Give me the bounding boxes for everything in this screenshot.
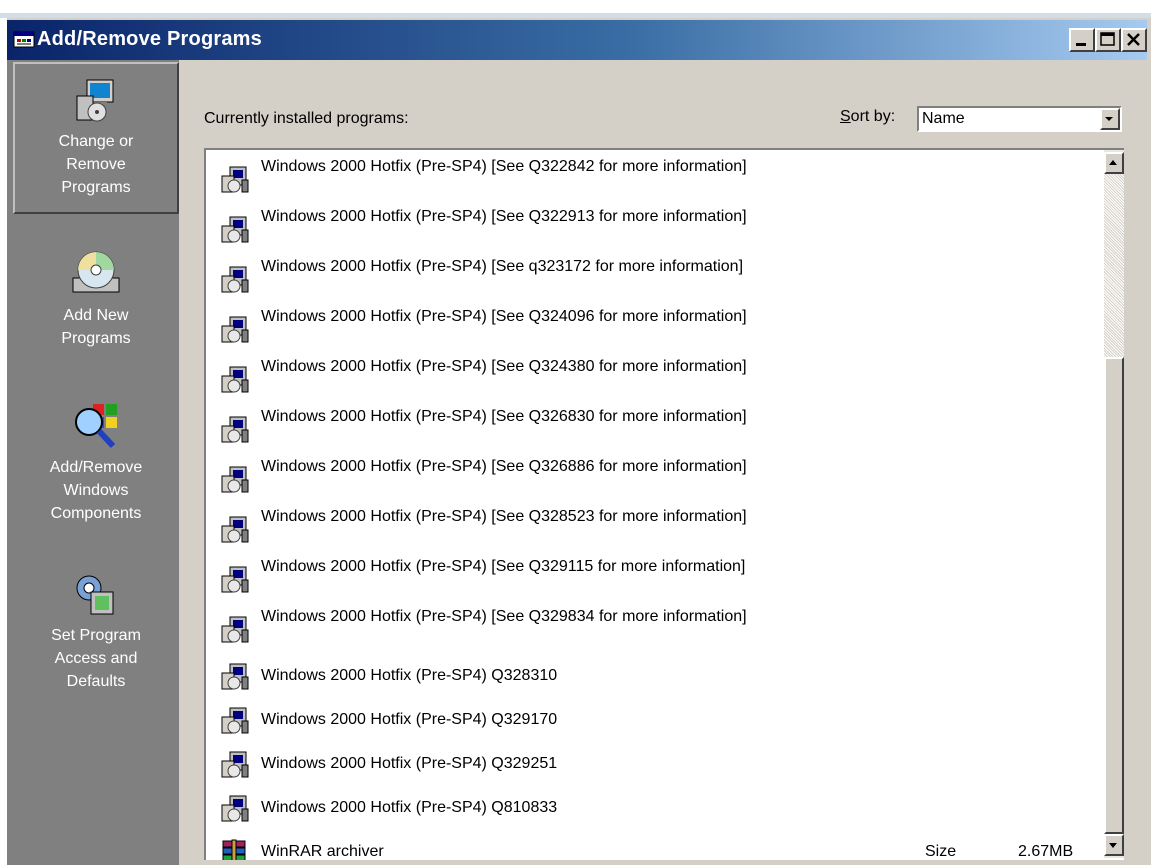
sidebar-item-add-new-programs[interactable]: Add New Programs [13, 248, 179, 350]
maximize-button[interactable] [1095, 28, 1121, 52]
software-package-icon [220, 514, 250, 549]
program-name: Windows 2000 Hotfix (Pre-SP4) Q329251 [261, 755, 558, 772]
installed-programs-list[interactable]: Windows 2000 Hotfix (Pre-SP4) [See Q3228… [204, 148, 1124, 860]
sort-by-select[interactable]: Name [917, 106, 1122, 132]
software-package-icon [220, 264, 250, 299]
scroll-thumb[interactable] [1104, 357, 1124, 834]
program-row[interactable]: Windows 2000 Hotfix (Pre-SP4) [See Q3240… [220, 304, 1090, 354]
scroll-down-icon [1109, 843, 1117, 848]
program-name: Windows 2000 Hotfix (Pre-SP4) [See Q3298… [261, 608, 747, 625]
program-row[interactable]: Windows 2000 Hotfix (Pre-SP4) [See Q3268… [220, 404, 1090, 454]
software-package-icon [220, 214, 250, 249]
program-row[interactable]: Windows 2000 Hotfix (Pre-SP4) [See Q3229… [220, 204, 1090, 254]
program-size-value: 2.67MB [1018, 843, 1074, 860]
program-name: Windows 2000 Hotfix (Pre-SP4) Q329170 [261, 711, 558, 728]
sort-by-label-accesskey: S [840, 108, 851, 125]
windows-components-icon [75, 404, 117, 449]
scroll-up-icon [1109, 160, 1117, 165]
minimize-button[interactable] [1069, 28, 1095, 52]
program-row[interactable]: Windows 2000 Hotfix (Pre-SP4) [See Q3298… [220, 604, 1090, 654]
sort-by-label-rest: ort by: [850, 108, 896, 125]
sort-by-label: Sort by: [840, 108, 895, 126]
software-package-icon [220, 705, 250, 740]
scroll-up-button[interactable] [1104, 152, 1124, 174]
program-name: Windows 2000 Hotfix (Pre-SP4) [See Q3268… [261, 408, 747, 425]
program-row[interactable]: Windows 2000 Hotfix (Pre-SP4) [See Q3268… [220, 454, 1090, 504]
program-row[interactable]: Windows 2000 Hotfix (Pre-SP4) [See q3231… [220, 254, 1090, 304]
sort-by-dropdown-button[interactable] [1100, 108, 1120, 130]
sidebar-item-label: Add/Remove Windows Components [49, 459, 143, 522]
program-name: Windows 2000 Hotfix (Pre-SP4) [See Q3285… [261, 508, 747, 525]
window-title: Add/Remove Programs [37, 28, 262, 50]
sidebar-item-change-remove-programs[interactable]: Change or Remove Programs [13, 62, 179, 214]
sidebar-item-windows-components[interactable]: Add/Remove Windows Components [13, 400, 179, 525]
software-package-icon [220, 614, 250, 649]
program-row[interactable]: Windows 2000 Hotfix (Pre-SP4) [See Q3291… [220, 554, 1090, 604]
sidebar-item-label: Set Program Access and Defaults [51, 627, 141, 690]
installed-programs-label: Currently installed programs: [204, 110, 409, 127]
add-remove-programs-window: Add/Remove Programs Change or Remove Pro… [5, 18, 1151, 865]
sidebar-item-label: Change or Remove Programs [58, 133, 134, 196]
program-name: Windows 2000 Hotfix (Pre-SP4) [See Q3240… [261, 308, 747, 325]
software-package-icon [220, 414, 250, 449]
program-name: WinRAR archiver [261, 843, 384, 860]
vertical-scrollbar[interactable] [1104, 150, 1124, 858]
sidebar-item-program-access-defaults[interactable]: Set Program Access and Defaults [13, 572, 179, 693]
program-row[interactable]: Windows 2000 Hotfix (Pre-SP4) Q328310 [220, 654, 1090, 698]
software-package-icon [220, 793, 250, 828]
software-package-icon [220, 749, 250, 784]
program-name: Windows 2000 Hotfix (Pre-SP4) [See Q3268… [261, 458, 747, 475]
program-access-defaults-icon [76, 575, 114, 615]
sort-by-value: Name [922, 110, 965, 127]
program-row[interactable]: Windows 2000 Hotfix (Pre-SP4) Q329251 [220, 742, 1090, 786]
program-row[interactable]: WinRAR archiver Size 2.67MB [220, 830, 1090, 860]
software-package-icon [220, 164, 250, 199]
program-name: Windows 2000 Hotfix (Pre-SP4) Q810833 [261, 799, 558, 816]
software-package-icon [220, 564, 250, 599]
program-name: Windows 2000 Hotfix (Pre-SP4) [See q3231… [261, 258, 744, 275]
program-name: Windows 2000 Hotfix (Pre-SP4) [See Q3243… [261, 358, 747, 375]
scroll-track[interactable] [1104, 174, 1124, 357]
program-size-label: Size [925, 843, 957, 860]
software-package-icon [220, 464, 250, 499]
scroll-down-button[interactable] [1104, 834, 1124, 856]
close-button[interactable] [1121, 28, 1147, 52]
title-bar[interactable]: Add/Remove Programs [7, 20, 1147, 60]
program-row[interactable]: Windows 2000 Hotfix (Pre-SP4) [See Q3243… [220, 354, 1090, 404]
minimize-icon [1076, 43, 1086, 46]
background-desktop-strip [0, 0, 1151, 18]
software-package-icon [220, 661, 250, 696]
maximize-icon [1100, 32, 1115, 46]
add-remove-programs-app-icon [13, 31, 35, 48]
close-icon [1127, 33, 1140, 46]
program-name: Windows 2000 Hotfix (Pre-SP4) [See Q3228… [261, 158, 747, 175]
program-row[interactable]: Windows 2000 Hotfix (Pre-SP4) [See Q3228… [220, 154, 1090, 204]
program-name: Windows 2000 Hotfix (Pre-SP4) Q328310 [261, 667, 558, 684]
software-package-icon [220, 364, 250, 399]
program-name: Windows 2000 Hotfix (Pre-SP4) [See Q3229… [261, 208, 747, 225]
program-row[interactable]: Windows 2000 Hotfix (Pre-SP4) [See Q3285… [220, 504, 1090, 554]
program-row[interactable]: Windows 2000 Hotfix (Pre-SP4) Q329170 [220, 698, 1090, 742]
task-pane: Change or Remove Programs Add New Progra… [7, 60, 179, 865]
add-new-programs-icon [72, 251, 120, 293]
program-name: Windows 2000 Hotfix (Pre-SP4) [See Q3291… [261, 558, 746, 575]
sidebar-item-label: Add New Programs [61, 307, 131, 347]
software-package-icon [220, 314, 250, 349]
program-row[interactable]: Windows 2000 Hotfix (Pre-SP4) Q810833 [220, 786, 1090, 830]
chevron-down-icon [1105, 117, 1113, 121]
main-panel: Currently installed programs: Sort by: N… [179, 60, 1147, 865]
winrar-archive-icon [220, 837, 250, 860]
change-remove-programs-icon [76, 79, 114, 122]
